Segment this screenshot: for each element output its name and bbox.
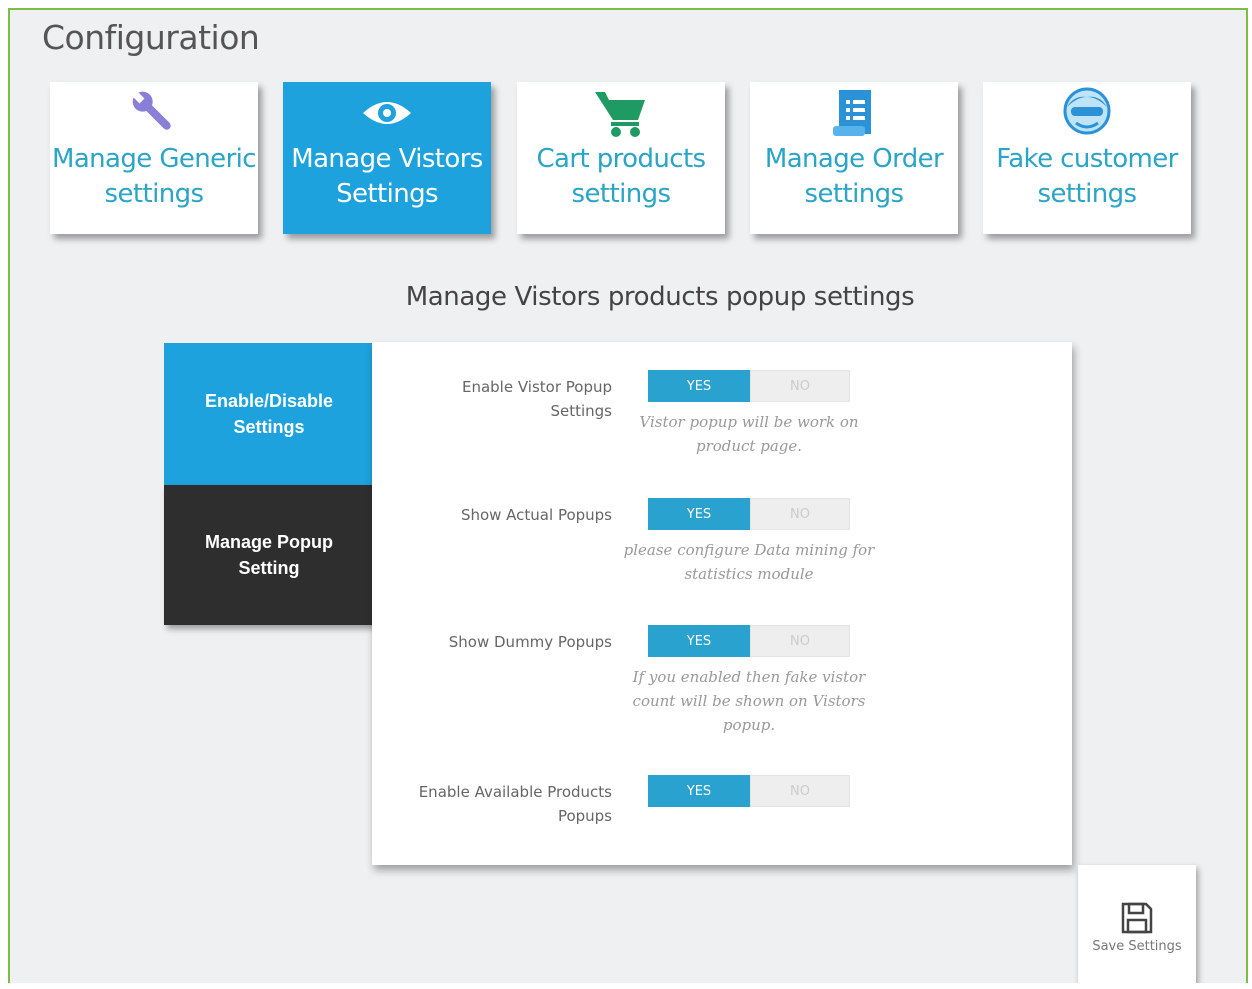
wrench-icon bbox=[50, 86, 258, 140]
side-tab-manage-popup-setting[interactable]: Manage Popup Setting bbox=[164, 485, 374, 625]
settings-panel: Enable Vistor Popup Settings YES NO Vist… bbox=[372, 342, 1072, 865]
toggle-yes-option[interactable]: YES bbox=[648, 370, 750, 402]
floppy-disk-icon bbox=[1078, 901, 1196, 935]
save-settings-button[interactable]: Save Settings bbox=[1078, 865, 1196, 983]
setting-label: Show Dummy Popups bbox=[448, 633, 612, 651]
toggle-yes-option[interactable]: YES bbox=[648, 775, 750, 807]
toggle-no-option[interactable]: NO bbox=[750, 498, 850, 530]
yes-no-toggle[interactable]: YES NO bbox=[648, 370, 850, 402]
yes-no-toggle[interactable]: YES NO bbox=[648, 498, 850, 530]
setting-help-text: If you enabled then fake vistor count wi… bbox=[632, 668, 866, 734]
yes-no-toggle[interactable]: YES NO bbox=[648, 775, 850, 807]
side-tab-enable-disable-settings[interactable]: Enable/Disable Settings bbox=[164, 343, 374, 485]
setting-help-text: please configure Data mining for statist… bbox=[623, 541, 875, 583]
setting-label: Enable Vistor Popup Settings bbox=[461, 378, 612, 420]
tile-manage-generic-settings[interactable]: Manage Generic settings bbox=[50, 82, 258, 234]
toggle-no-option[interactable]: NO bbox=[750, 370, 850, 402]
tile-manage-vistors-settings[interactable]: Manage Vistors Settings bbox=[283, 82, 491, 234]
section-title: Manage Vistors products popup settings bbox=[405, 282, 915, 312]
tile-label: Cart products settings bbox=[536, 144, 707, 209]
eye-icon bbox=[283, 86, 491, 140]
cart-icon bbox=[517, 86, 725, 140]
tile-label: Manage Generic settings bbox=[52, 144, 257, 209]
tile-label: Manage Order settings bbox=[764, 144, 944, 209]
tile-label: Manage Vistors Settings bbox=[291, 144, 483, 209]
tile-manage-order-settings[interactable]: Manage Order settings bbox=[750, 82, 958, 234]
page-title: Configuration bbox=[42, 18, 260, 57]
toggle-yes-option[interactable]: YES bbox=[648, 498, 750, 530]
save-settings-label: Save Settings bbox=[1092, 939, 1182, 954]
toggle-no-option[interactable]: NO bbox=[750, 625, 850, 657]
toggle-yes-option[interactable]: YES bbox=[648, 625, 750, 657]
setting-label: Show Actual Popups bbox=[460, 506, 612, 524]
document-icon bbox=[750, 86, 958, 140]
setting-label: Enable Available Products Popups bbox=[418, 783, 612, 825]
yes-no-toggle[interactable]: YES NO bbox=[648, 625, 850, 657]
tile-label: Fake customer settings bbox=[996, 144, 1178, 209]
configuration-frame: Configuration Manage Generic settings Ma… bbox=[8, 8, 1248, 983]
tile-fake-customer-settings[interactable]: Fake customer settings bbox=[983, 82, 1191, 234]
tile-cart-products-settings[interactable]: Cart products settings bbox=[517, 82, 725, 234]
toggle-no-option[interactable]: NO bbox=[750, 775, 850, 807]
setting-help-text: Vistor popup will be work on product pag… bbox=[639, 413, 859, 455]
masked-user-icon bbox=[983, 86, 1191, 140]
